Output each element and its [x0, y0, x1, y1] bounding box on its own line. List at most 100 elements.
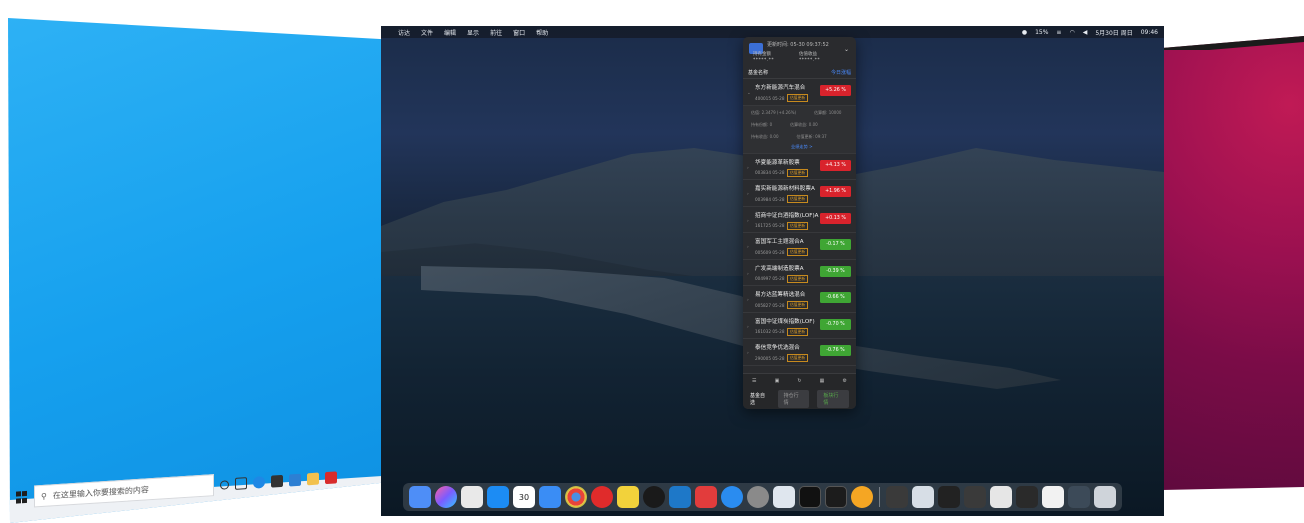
refresh-icon[interactable]: ⌄ [844, 46, 849, 53]
refresh-icon[interactable]: ↻ [797, 378, 801, 384]
fund-code: 005827 05-28 [755, 302, 785, 308]
mail-icon[interactable] [289, 473, 301, 487]
task-view-icon[interactable] [235, 477, 247, 490]
netease-music-icon[interactable] [591, 486, 613, 508]
fund-update-time: 更新时间: 05-30 09:37:52 [767, 42, 829, 48]
fund-code: 005609 05-28 [755, 249, 785, 255]
edge-icon[interactable] [253, 475, 265, 489]
fund-row[interactable]: › 富国军工主题混合A 005609 05-28 估值更新 -0.17 % [743, 233, 856, 260]
settings-icon[interactable]: ⚙ [842, 378, 846, 384]
window-thumbnail-icon[interactable] [1068, 486, 1090, 508]
fund-change: -0.66 % [820, 292, 851, 303]
window-thumbnail-icon[interactable] [990, 486, 1012, 508]
mail-icon[interactable] [539, 486, 561, 508]
trash-icon[interactable] [1094, 486, 1116, 508]
window-thumbnail-icon[interactable] [1042, 486, 1064, 508]
fund-header: 更新时间: 05-30 09:37:52 持有金额 估值收益 *****.** … [743, 37, 856, 67]
fund-code: 161725 05-28 [755, 223, 785, 228]
fund-row[interactable]: › 泰信竞争优选混合 290005 05-28 估值更新 -0.76 % [743, 339, 856, 366]
chevron-right-icon: › [747, 271, 749, 277]
window-thumbnail-icon[interactable] [964, 486, 986, 508]
ubuntu-desktop [1162, 36, 1304, 490]
telegram-icon[interactable] [721, 486, 743, 508]
menu-edit[interactable]: 编辑 [444, 28, 456, 37]
window-thumbnail-icon[interactable] [938, 486, 960, 508]
siri-icon[interactable] [435, 486, 457, 508]
window-thumbnail-icon[interactable] [886, 486, 908, 508]
menu-file[interactable]: 文件 [421, 28, 433, 37]
windows-start-icon[interactable] [16, 490, 28, 504]
fund-row[interactable]: › 广发高端制造股票A 004997 05-28 估值更新 -0.39 % [743, 260, 856, 286]
fund-code: 003834 05-28 [755, 170, 785, 175]
cpu-status[interactable]: 15% [1035, 29, 1048, 36]
window-thumbnail-icon[interactable] [1016, 486, 1038, 508]
detail-estimate: 估值: 2.3479 (+4.26%) [751, 109, 797, 115]
fund-row[interactable]: ⌄ 东方新能源汽车混合 400015 05-28 估值更新 +5.26 % [743, 79, 856, 106]
sort-name-label[interactable]: 基金名称 [748, 69, 768, 76]
system-preferences-icon[interactable] [747, 486, 769, 508]
qq-icon[interactable] [643, 486, 665, 508]
activity-monitor-icon[interactable] [825, 486, 847, 508]
list-icon[interactable]: ☰ [752, 378, 756, 384]
control-center-icon[interactable]: ≡ [1056, 29, 1061, 36]
remote-desktop-icon[interactable] [773, 486, 795, 508]
cortana-icon[interactable] [220, 479, 229, 490]
folder-icon[interactable] [307, 472, 319, 486]
wps-icon[interactable] [695, 486, 717, 508]
fund-row[interactable]: › 嘉实新能源新材料股票A 003984 05-28 估值更新 +1.96 % [743, 180, 856, 207]
holding-amount-label: 持有金额 [753, 52, 771, 57]
windows-search-box[interactable]: ⚲ 在这里输入你要搜索的内容 [34, 474, 214, 508]
window-thumbnail-icon[interactable] [912, 486, 934, 508]
grid-icon[interactable]: ▦ [820, 378, 825, 384]
menubar-time[interactable]: 09:46 [1141, 29, 1158, 36]
calendar-icon[interactable]: ▣ [775, 378, 780, 384]
menubar-date[interactable]: 5月30日 周日 [1095, 28, 1132, 37]
app-icon[interactable] [851, 486, 873, 508]
mac-dock: 30 [403, 483, 1122, 511]
volume-icon[interactable]: ◀ [1083, 29, 1088, 36]
performance-link[interactable]: 业绩走势 > [791, 144, 813, 150]
app-icon[interactable] [325, 471, 337, 485]
terminal-icon[interactable] [799, 486, 821, 508]
menu-help[interactable]: 帮助 [536, 28, 548, 37]
fund-row[interactable]: › 招商中证白酒指数(LOF)A 161725 05-28 估值更新 +0.13 … [743, 207, 856, 233]
calendar-app-icon[interactable]: 30 [513, 486, 535, 508]
tab-watchlist[interactable]: 基金自选 [750, 392, 770, 406]
menu-window[interactable]: 窗口 [513, 28, 525, 37]
fund-row[interactable]: › 华夏能源革新股票 003834 05-28 估值更新 +4.13 % [743, 154, 856, 180]
fund-code: 004997 05-28 [755, 276, 785, 281]
finder-icon[interactable] [409, 486, 431, 508]
chevron-right-icon: › [747, 324, 749, 330]
menu-finder[interactable]: 访达 [398, 28, 410, 37]
vscode-icon[interactable] [669, 486, 691, 508]
fund-tag: 估值更新 [787, 248, 808, 256]
fund-change: -0.76 % [820, 345, 851, 356]
chevron-right-icon: › [747, 245, 749, 250]
store-icon[interactable] [271, 474, 283, 488]
notes-app-icon[interactable] [617, 486, 639, 508]
fund-app-status-icon[interactable]: ● [1022, 29, 1027, 36]
detail-update: 估值更新: 09:37 [796, 133, 827, 139]
detail-amount: 估算额: 10000 [814, 109, 842, 115]
screenshot-composite: ⚲ 在这里输入你要搜索的内容 访达 文件 编辑 显示 前往 窗口 帮助 ● 15… [0, 0, 1304, 523]
tab-holdings[interactable]: 持仓行情 [777, 390, 810, 408]
fund-tabs: 基金自选 持仓行情 板块行情 [743, 388, 856, 409]
windows-desktop [8, 18, 398, 523]
fund-toolbar: ☰ ▣ ↻ ▦ ⚙ [743, 374, 856, 388]
app-store-icon[interactable] [487, 486, 509, 508]
fund-row[interactable]: › 富国中证煤炭指数(LOF) 161032 05-28 估值更新 -0.70 % [743, 313, 856, 339]
chrome-icon[interactable] [565, 486, 587, 508]
fund-tag: 估值更新 [787, 274, 808, 283]
launchpad-icon[interactable] [461, 486, 483, 508]
fund-sort-bar: 基金名称 今日涨幅 [743, 67, 856, 79]
fund-change: +0.13 % [820, 212, 851, 224]
fund-row[interactable]: › 易方达蓝筹精选混合 005827 05-28 估值更新 -0.66 % [743, 286, 856, 313]
menu-view[interactable]: 显示 [467, 28, 479, 37]
sort-change-label[interactable]: 今日涨幅 [831, 69, 851, 76]
wifi-icon[interactable]: ◠ [1069, 29, 1074, 36]
menu-go[interactable]: 前往 [490, 28, 502, 37]
tab-sectors[interactable]: 板块行情 [817, 390, 850, 408]
fund-code: 400015 05-28 [755, 95, 785, 101]
fund-tag: 估值更新 [787, 327, 808, 336]
detail-hold-profit: 持有收益: 0.00 [751, 133, 779, 139]
